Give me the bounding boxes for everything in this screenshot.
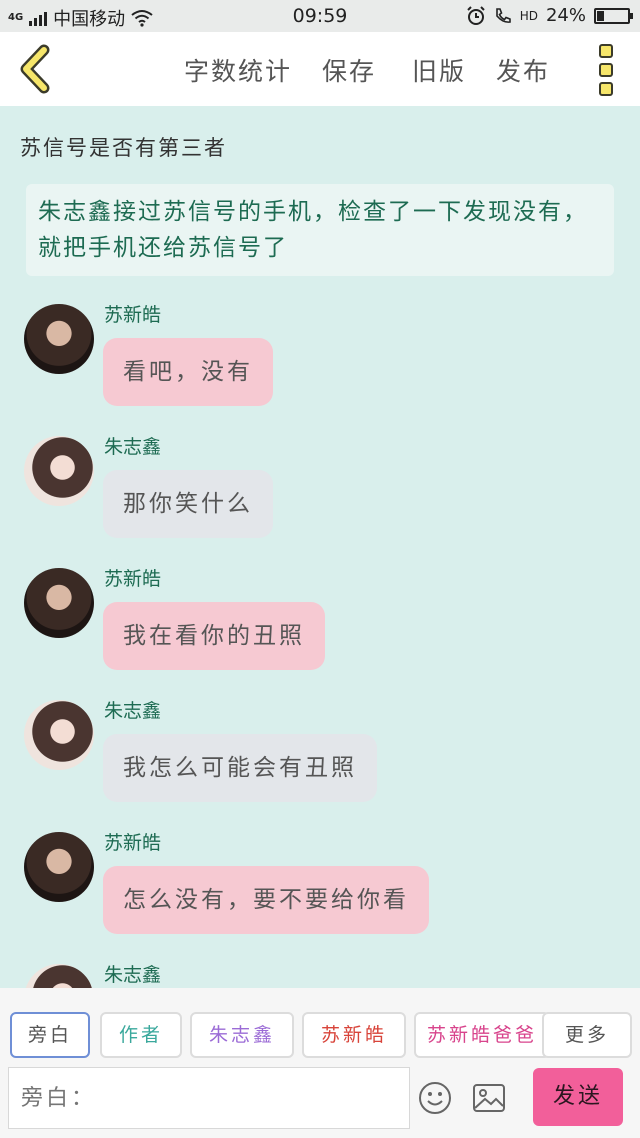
role-chip-author[interactable]: 作者 (100, 1012, 182, 1058)
battery-text: 24% (545, 5, 586, 26)
battery-icon (594, 7, 633, 24)
menu-dot-icon (599, 44, 613, 58)
message-input[interactable] (8, 1067, 410, 1129)
avatar[interactable] (24, 568, 94, 638)
more-menu-button[interactable] (594, 42, 618, 98)
status-right: HD 24% (466, 5, 633, 26)
message-bubble[interactable]: 怎么没有，要不要给你看 (103, 866, 429, 934)
editor-toolbar: 字数统计 保存 旧版 发布 (0, 32, 640, 106)
chat-message[interactable]: 苏新皓 我在看你的丑照 (0, 564, 640, 684)
speaker-name: 苏新皓 (104, 304, 162, 326)
role-chip-su-xinhao-dad[interactable]: 苏新皓爸爸 (414, 1012, 550, 1058)
speaker-name: 朱志鑫 (104, 964, 162, 986)
avatar[interactable] (24, 700, 94, 770)
publish-button[interactable]: 发布 (496, 52, 550, 88)
image-icon[interactable] (472, 1083, 506, 1113)
word-count-button[interactable]: 字数统计 (184, 52, 292, 88)
chat-message[interactable]: 朱志鑫 那你笑什么 (0, 432, 640, 552)
role-chip-su-xinhao[interactable]: 苏新皓 (302, 1012, 406, 1058)
role-chip-zhu-zhixin[interactable]: 朱志鑫 (190, 1012, 294, 1058)
menu-dot-icon (599, 82, 613, 96)
chat-message[interactable]: 苏新皓 看吧，没有 (0, 300, 640, 420)
avatar[interactable] (24, 832, 94, 902)
status-bar: 4G 中国移动 09:59 HD 24% (0, 0, 640, 32)
emoji-icon[interactable] (418, 1081, 452, 1115)
back-button[interactable] (14, 44, 58, 94)
phone-icon (495, 7, 511, 23)
chapter-title: 苏信号是否有第三者 (20, 136, 227, 160)
message-bubble[interactable]: 我怎么可能会有丑照 (103, 734, 377, 802)
message-bubble[interactable]: 那你笑什么 (103, 470, 273, 538)
chat-message[interactable]: 朱志鑫 我怎么可能会有丑照 (0, 696, 640, 816)
avatar[interactable] (24, 436, 94, 506)
role-chip-narrator[interactable]: 旁白 (10, 1012, 90, 1058)
chat-area[interactable]: 苏信号是否有第三者 朱志鑫接过苏信号的手机，检查了一下发现没有，就把手机还给苏信… (0, 106, 640, 988)
chat-message[interactable]: 苏新皓 怎么没有，要不要给你看 (0, 828, 640, 948)
chat-message[interactable]: 朱志鑫 (0, 960, 640, 988)
message-bubble[interactable]: 看吧，没有 (103, 338, 273, 406)
narration-block[interactable]: 朱志鑫接过苏信号的手机，检查了一下发现没有，就把手机还给苏信号了 (26, 184, 614, 276)
chevron-left-icon (20, 44, 50, 94)
more-roles-button[interactable]: 更多 (542, 1012, 632, 1058)
alarm-icon (467, 5, 485, 25)
speaker-name: 苏新皓 (104, 832, 162, 854)
speaker-name: 朱志鑫 (104, 436, 162, 458)
save-button[interactable]: 保存 (322, 52, 376, 88)
speaker-name: 朱志鑫 (104, 700, 162, 722)
battery-fill (597, 10, 605, 21)
send-button[interactable]: 发送 (533, 1068, 623, 1126)
avatar[interactable] (24, 304, 94, 374)
composer-panel: 旁白 作者 朱志鑫 苏新皓 苏新皓爸爸 更多 发送 (0, 988, 640, 1138)
hd-label: HD (519, 8, 538, 23)
message-bubble[interactable]: 我在看你的丑照 (103, 602, 325, 670)
old-version-button[interactable]: 旧版 (412, 52, 466, 88)
role-chips: 旁白 作者 朱志鑫 苏新皓 苏新皓爸爸 更多 (0, 1012, 640, 1060)
speaker-name: 苏新皓 (104, 568, 162, 590)
avatar[interactable] (24, 964, 94, 988)
menu-dot-icon (599, 63, 613, 77)
